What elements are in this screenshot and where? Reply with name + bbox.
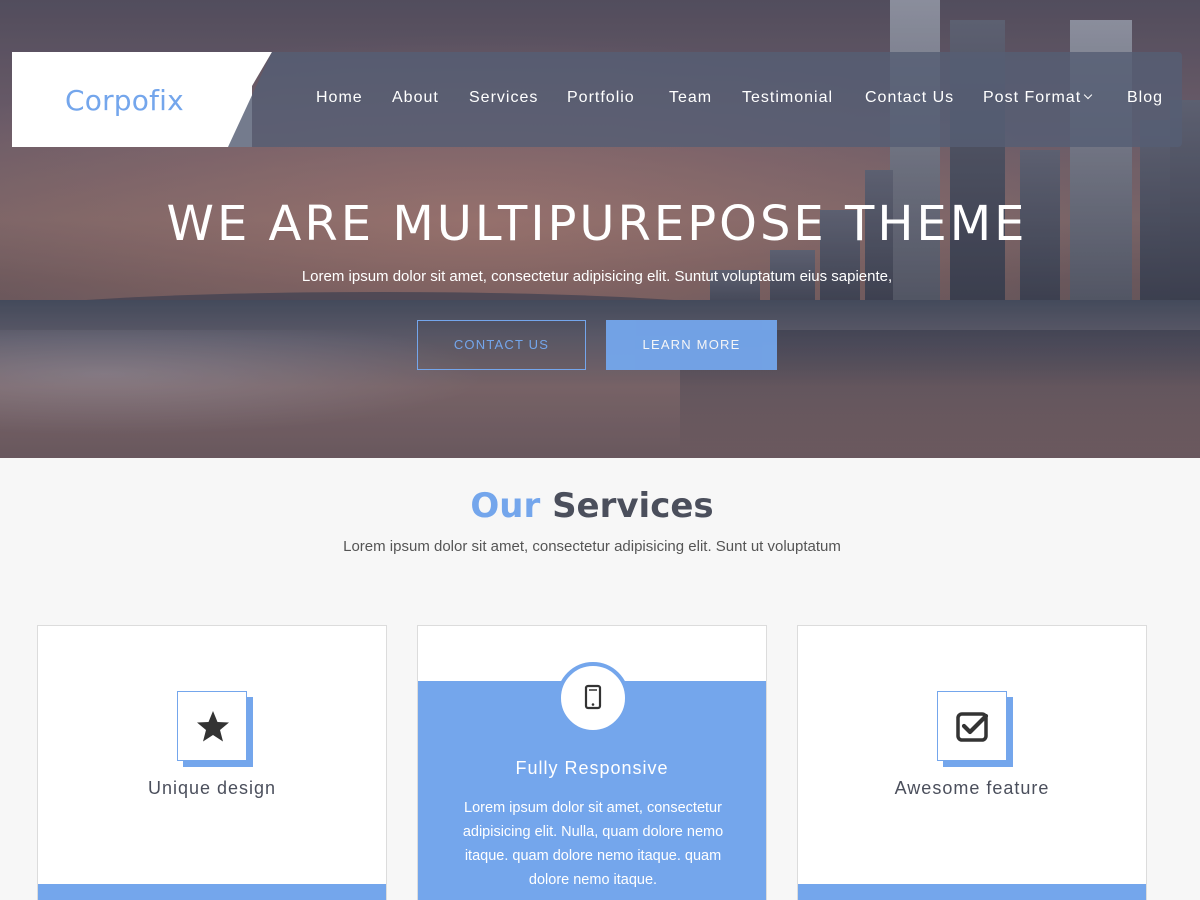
- hero-subtitle: Lorem ipsum dolor sit amet, consectetur …: [301, 268, 893, 285]
- nav-item-blog[interactable]: Blog: [1127, 89, 1163, 107]
- main-nav: Home About Services Portfolio Team Testi…: [0, 89, 1200, 111]
- nav-item-portfolio[interactable]: Portfolio: [567, 89, 635, 107]
- services-title-rest: Services: [540, 486, 714, 526]
- star-icon: [197, 711, 229, 742]
- nav-item-home[interactable]: Home: [316, 89, 363, 107]
- nav-item-team[interactable]: Team: [669, 89, 712, 107]
- nav-item-services[interactable]: Services: [469, 89, 538, 107]
- nav-item-about[interactable]: About: [392, 89, 439, 107]
- chevron-down-icon: [1083, 90, 1093, 100]
- service-card-label: Awesome feature: [894, 778, 1050, 798]
- service-card-awesome-feature[interactable]: Awesome feature: [797, 625, 1147, 900]
- hero-title: WE ARE MULTIPUREPOSE THEME: [166, 196, 1028, 252]
- service-card-label: Unique design: [147, 778, 277, 798]
- mobile-icon-circle: [557, 662, 629, 734]
- mobile-icon: [584, 684, 602, 710]
- service-card-description: Lorem ipsum dolor sit amet, consectetur …: [462, 800, 724, 888]
- services-subtitle: Lorem ipsum dolor sit amet, consectetur …: [343, 538, 841, 555]
- check-square-icon: [956, 712, 989, 742]
- services-title: Our Services: [0, 486, 1184, 526]
- service-card-unique-design[interactable]: Unique design: [37, 625, 387, 900]
- services-title-accent: Our: [470, 486, 541, 526]
- check-square-icon-box: [937, 691, 1007, 761]
- nav-item-testimonial[interactable]: Testimonial: [742, 89, 833, 107]
- nav-item-contact-us[interactable]: Contact Us: [865, 89, 954, 107]
- nav-item-post-format[interactable]: Post Format: [983, 89, 1093, 107]
- contact-us-button[interactable]: CONTACT US: [417, 320, 586, 370]
- service-card-fully-responsive[interactable]: Fully Responsive Lorem ipsum dolor sit a…: [417, 625, 767, 900]
- star-icon-box: [177, 691, 247, 761]
- nav-item-label: Post Format: [983, 89, 1082, 106]
- service-card-label: Fully Responsive: [515, 758, 669, 778]
- learn-more-button[interactable]: LEARN MORE: [606, 320, 777, 370]
